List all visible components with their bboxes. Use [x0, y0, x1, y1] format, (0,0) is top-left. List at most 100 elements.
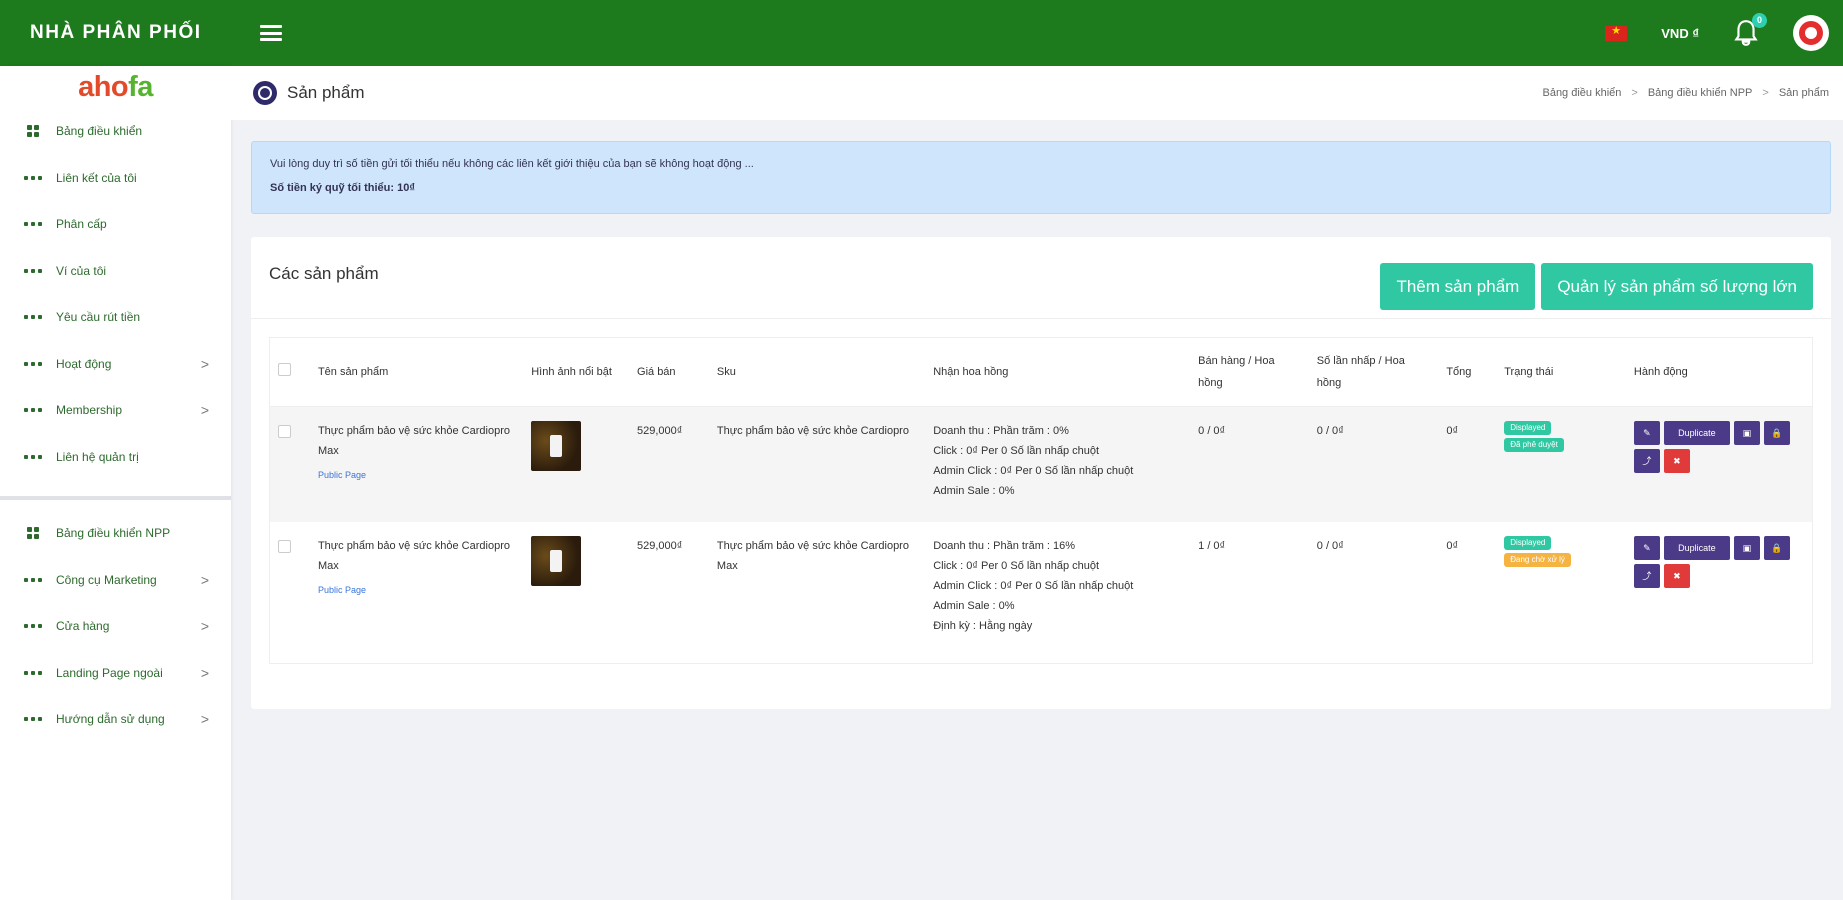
image-icon[interactable]: ▣: [1733, 536, 1760, 560]
column-header-clicks[interactable]: Số lần nhấp / Hoa hồng: [1308, 338, 1439, 407]
public-page-link[interactable]: Public Page: [318, 465, 515, 485]
sidebar-item-vi-cua-toi[interactable]: Ví của tôi: [0, 248, 231, 295]
top-right-controls: VND ₫ 0: [1605, 0, 1829, 66]
clicks-cell: 0 / 0₫: [1316, 424, 1344, 437]
row-checkbox[interactable]: [278, 424, 291, 438]
sidebar-item-hoat-dong[interactable]: Hoạt động >: [0, 341, 231, 388]
product-thumbnail[interactable]: [531, 420, 582, 471]
row-actions: ✎ Duplicate ▣ 🔒 ⤴ ✖: [1633, 536, 1804, 588]
breadcrumb-separator: >: [1631, 87, 1638, 99]
breadcrumb-item-dashboard[interactable]: Bảng điều khiển: [1542, 87, 1621, 99]
sidebar-item-membership[interactable]: Membership >: [0, 387, 231, 434]
page-title: Sản phẩm: [287, 83, 365, 102]
column-header-sales[interactable]: Bán hàng / Hoa hồng: [1190, 338, 1309, 407]
hamburger-menu-icon[interactable]: [260, 25, 282, 41]
sidebar-divider: [0, 496, 231, 500]
sales-cell: 0 / 0₫: [1198, 424, 1226, 437]
public-page-link[interactable]: Public Page: [318, 580, 515, 600]
row-select-cell: [270, 522, 310, 663]
duplicate-button[interactable]: Duplicate: [1663, 536, 1730, 560]
sidebar: aho fa Bảng điều khiển Liên kết của tôi Phâ…: [0, 66, 231, 900]
delete-icon[interactable]: ✖: [1663, 564, 1690, 588]
column-header-sku[interactable]: Sku: [708, 338, 926, 407]
delete-icon[interactable]: ✖: [1663, 448, 1690, 473]
share-icon[interactable]: ⤴: [1633, 564, 1660, 588]
breadcrumb-separator: >: [1762, 87, 1769, 99]
page-header: Sản phẩm Bảng điều khiển > Bảng điều khi…: [231, 66, 1843, 120]
row-checkbox[interactable]: [278, 540, 291, 553]
edit-icon[interactable]: ✎: [1633, 536, 1660, 560]
sidebar-item-label: Liên hệ quản trị: [56, 449, 139, 464]
lock-icon[interactable]: 🔒: [1763, 420, 1790, 445]
commission-line: Định kỳ : Hằng ngày: [933, 620, 1033, 632]
add-product-button[interactable]: Thêm sản phẩm: [1380, 263, 1536, 310]
logo-text-part2: fa: [128, 70, 153, 103]
sidebar-item-cong-cu-marketing[interactable]: Công cụ Marketing >: [0, 557, 231, 604]
lock-icon[interactable]: 🔒: [1763, 536, 1790, 560]
breadcrumb-item-npp-dashboard[interactable]: Bảng điều khiển NPP: [1648, 87, 1753, 99]
sidebar-item-label: Liên kết của tôi: [56, 170, 137, 185]
dots-icon: [22, 175, 44, 180]
select-all-cell: [270, 338, 310, 407]
sidebar-item-lien-ket-cua-toi[interactable]: Liên kết của tôi: [0, 155, 231, 202]
main-content: Sản phẩm Bảng điều khiển > Bảng điều khi…: [231, 66, 1843, 900]
sidebar-item-label: Ví của tôi: [56, 263, 107, 278]
sidebar-item-landing-page-ngoai[interactable]: Landing Page ngoài >: [0, 650, 231, 697]
image-icon[interactable]: ▣: [1733, 420, 1760, 445]
user-avatar[interactable]: [1793, 15, 1829, 51]
sidebar-item-bang-dieu-khien-npp[interactable]: Bảng điều khiển NPP: [0, 510, 231, 557]
duplicate-button[interactable]: Duplicate: [1663, 420, 1730, 445]
actions-cell: ✎ Duplicate ▣ 🔒 ⤴ ✖: [1626, 522, 1812, 663]
products-table-body: Thực phẩm bảo vệ sức khỏe Cardiopro Max P…: [270, 406, 1812, 663]
sidebar-item-huong-dan-su-dung[interactable]: Hướng dẫn sử dụng >: [0, 696, 231, 743]
select-all-checkbox[interactable]: [278, 363, 291, 377]
product-name-cell: Thực phẩm bảo vệ sức khỏe Cardiopro Max P…: [310, 522, 523, 663]
products-table-wrapper: Tên sản phẩm Hình ảnh nổi bật Giá bán Sk…: [269, 337, 1813, 664]
dots-icon: [22, 624, 44, 629]
total-cell: 0₫: [1446, 424, 1459, 437]
status-badge: Đang chờ xử lý: [1504, 553, 1571, 567]
chevron-right-icon: >: [200, 355, 209, 372]
chevron-right-icon: >: [200, 664, 209, 681]
commission-cell: Doanh thu : Phần trăm : 16% Click : 0₫ Pe…: [925, 522, 1190, 663]
avatar-logo-icon: [1799, 21, 1823, 45]
actions-cell: ✎ Duplicate ▣ 🔒 ⤴ ✖: [1626, 406, 1812, 522]
dots-icon: [22, 670, 44, 675]
edit-icon[interactable]: ✎: [1633, 420, 1660, 445]
column-header-total[interactable]: Tổng: [1438, 338, 1497, 407]
dots-icon: [22, 315, 44, 320]
clicks-cell: 0 / 0₫: [1316, 540, 1344, 552]
share-icon[interactable]: ⤴: [1633, 448, 1660, 473]
chevron-right-icon: >: [200, 711, 209, 728]
dots-icon: [22, 454, 44, 459]
ahofa-logo[interactable]: aho fa: [0, 66, 231, 108]
chevron-right-icon: >: [200, 618, 209, 635]
product-name-cell: Thực phẩm bảo vệ sức khỏe Cardiopro Max P…: [310, 406, 523, 522]
notification-bell[interactable]: 0: [1733, 13, 1767, 47]
status-badge: Displayed: [1504, 536, 1552, 550]
sales-cell: 1 / 0₫: [1198, 540, 1226, 552]
top-navbar: NHÀ PHÂN PHỐI VND ₫ 0: [0, 0, 1843, 66]
products-card-header: Các sản phẩm Thêm sản phẩm Quản lý sản p…: [251, 237, 1831, 319]
logo-text-part1: aho: [78, 70, 129, 103]
brand-title[interactable]: NHÀ PHÂN PHỐI: [0, 22, 230, 44]
sidebar-item-yeu-cau-rut-tien[interactable]: Yêu cầu rút tiền: [0, 294, 231, 341]
bulk-manage-products-button[interactable]: Quản lý sản phẩm số lượng lớn: [1541, 263, 1813, 310]
sidebar-item-lien-he-quan-tri[interactable]: Liên hệ quản trị: [0, 434, 231, 481]
vietnam-flag-icon[interactable]: [1605, 24, 1628, 41]
grid-icon: [22, 125, 44, 138]
sidebar-item-bang-dieu-khien[interactable]: Bảng điều khiển: [0, 108, 231, 155]
column-header-price[interactable]: Giá bán: [629, 338, 709, 407]
sidebar-item-phan-cap[interactable]: Phân cấp: [0, 201, 231, 248]
currency-selector[interactable]: VND ₫: [1661, 26, 1699, 41]
products-table: Tên sản phẩm Hình ảnh nổi bật Giá bán Sk…: [270, 338, 1812, 663]
sidebar-item-cua-hang[interactable]: Cửa hàng >: [0, 603, 231, 650]
column-header-actions: Hành động: [1625, 338, 1812, 407]
status-badge: Displayed: [1504, 420, 1552, 435]
chevron-right-icon: >: [200, 571, 209, 588]
column-header-name[interactable]: Tên sản phẩm: [309, 338, 524, 407]
sidebar-menu-distributor: Bảng điều khiển NPP Công cụ Marketing > Cửa…: [0, 510, 231, 743]
products-card-title: Các sản phẩm: [269, 264, 379, 283]
chevron-right-icon: >: [200, 402, 209, 419]
product-thumbnail[interactable]: [531, 536, 582, 586]
